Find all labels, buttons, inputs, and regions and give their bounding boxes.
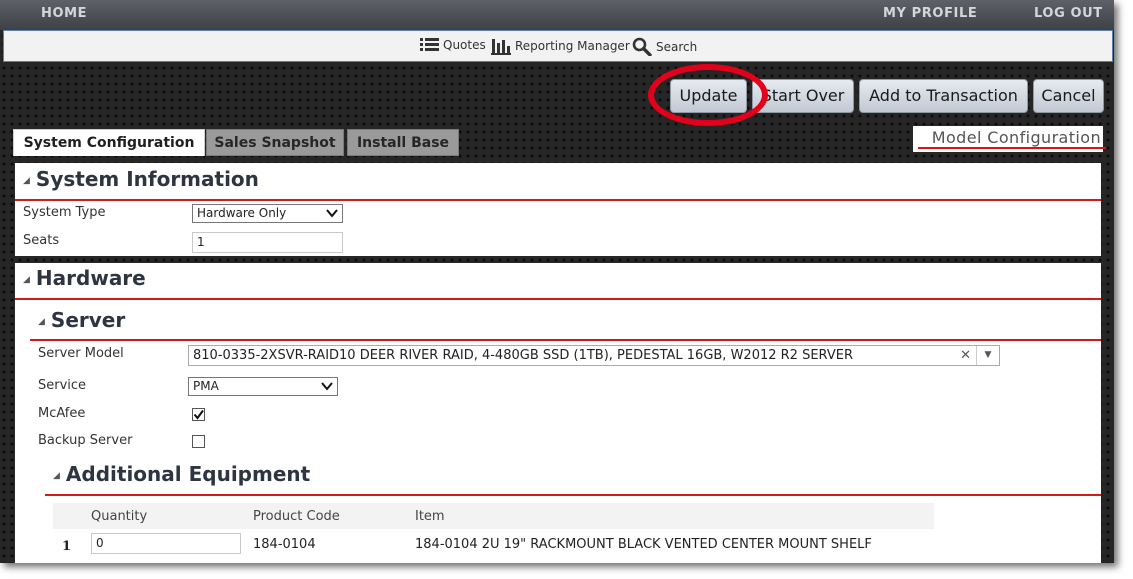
row-number: 1 xyxy=(62,539,72,554)
tab-sales-snapshot[interactable]: Sales Snapshot xyxy=(206,129,344,156)
additional-equipment-table: Quantity Product Code Item 1 0 184-0104 … xyxy=(53,503,934,563)
cancel-button[interactable]: Cancel xyxy=(1033,79,1104,113)
column-header-product-code: Product Code xyxy=(253,509,340,524)
search-tool[interactable]: Search xyxy=(632,37,697,56)
system-type-value: Hardware Only xyxy=(197,206,287,220)
update-button[interactable]: Update xyxy=(670,79,747,113)
divider xyxy=(30,339,1101,341)
toolbar: Quotes Reporting Manager Search xyxy=(3,30,1113,62)
service-value: PMA xyxy=(193,379,219,393)
collapse-triangle-icon: ◢ xyxy=(38,317,45,327)
system-type-select[interactable]: Hardware Only xyxy=(192,204,343,223)
seats-label: Seats xyxy=(23,233,60,248)
chevron-down-icon xyxy=(321,382,333,391)
section-title: Hardware xyxy=(35,266,146,290)
tab-install-base[interactable]: Install Base xyxy=(347,129,459,156)
divider xyxy=(15,298,1101,300)
reporting-manager-tool[interactable]: Reporting Manager xyxy=(491,37,630,55)
mcafee-checkbox[interactable] xyxy=(192,408,205,421)
add-to-transaction-button[interactable]: Add to Transaction xyxy=(859,79,1028,113)
seats-input[interactable]: 1 xyxy=(192,232,343,253)
column-header-quantity: Quantity xyxy=(91,509,148,524)
product-code-cell: 184-0104 xyxy=(253,537,316,552)
collapse-triangle-icon: ◢ xyxy=(23,275,30,285)
chevron-down-icon[interactable]: ▼ xyxy=(976,346,999,365)
table-row: 1 0 184-0104 184-0104 2U 19" RACKMOUNT B… xyxy=(53,529,934,563)
divider xyxy=(918,147,1106,149)
server-model-value: 810-0335-2XSVR-RAID10 DEER RIVER RAID, 4… xyxy=(193,348,854,363)
quotes-tool[interactable]: Quotes xyxy=(420,37,486,52)
hardware-header[interactable]: ◢ Hardware xyxy=(23,266,146,290)
divider xyxy=(15,199,1101,201)
reporting-manager-label: Reporting Manager xyxy=(515,39,630,53)
system-type-label: System Type xyxy=(23,205,106,220)
model-configuration-title: Model Configuration xyxy=(931,128,1101,147)
checkmark-icon xyxy=(193,409,204,420)
clear-icon[interactable]: ✕ xyxy=(960,346,971,365)
column-header-item: Item xyxy=(415,509,445,524)
search-label: Search xyxy=(656,39,698,54)
collapse-triangle-icon: ◢ xyxy=(53,471,60,481)
server-model-select[interactable]: 810-0335-2XSVR-RAID10 DEER RIVER RAID, 4… xyxy=(188,345,1000,366)
server-header[interactable]: ◢ Server xyxy=(38,308,125,332)
quantity-input[interactable]: 0 xyxy=(91,533,241,554)
service-label: Service xyxy=(38,378,87,393)
server-model-label: Server Model xyxy=(38,346,124,361)
divider xyxy=(45,494,1101,496)
nav-log-out-link[interactable]: LOG OUT xyxy=(1034,6,1103,21)
top-nav: HOME MY PROFILE LOG OUT xyxy=(0,0,1114,30)
quotes-label: Quotes xyxy=(443,37,486,52)
start-over-button[interactable]: Start Over xyxy=(752,79,854,113)
backup-server-checkbox[interactable] xyxy=(192,435,205,448)
hardware-panel: ◢ Hardware ◢ Server Server Model 810-0335-… xyxy=(15,263,1101,563)
search-icon xyxy=(632,37,652,56)
section-title: Additional Equipment xyxy=(65,462,311,486)
collapse-triangle-icon: ◢ xyxy=(23,176,30,186)
backup-server-label: Backup Server xyxy=(38,433,133,448)
mcafee-label: McAfee xyxy=(38,406,86,421)
system-information-header[interactable]: ◢ System Information xyxy=(23,167,259,191)
list-icon xyxy=(420,38,439,51)
bar-chart-icon xyxy=(491,39,511,55)
service-select[interactable]: PMA xyxy=(188,377,338,396)
additional-equipment-header[interactable]: ◢ Additional Equipment xyxy=(53,462,310,486)
system-information-panel: ◢ System Information System Type Hardware… xyxy=(15,163,1101,256)
section-title: System Information xyxy=(35,167,259,191)
item-cell: 184-0104 2U 19" RACKMOUNT BLACK VENTED C… xyxy=(415,537,872,552)
nav-home-link[interactable]: HOME xyxy=(41,6,87,21)
app-window: HOME MY PROFILE LOG OUT Quotes Reporting… xyxy=(0,0,1114,563)
tab-system-configuration[interactable]: System Configuration xyxy=(13,129,205,156)
section-title: Server xyxy=(50,308,126,332)
model-configuration-header: Model Configuration xyxy=(913,126,1106,152)
nav-my-profile-link[interactable]: MY PROFILE xyxy=(883,6,977,21)
chevron-down-icon xyxy=(326,209,338,218)
